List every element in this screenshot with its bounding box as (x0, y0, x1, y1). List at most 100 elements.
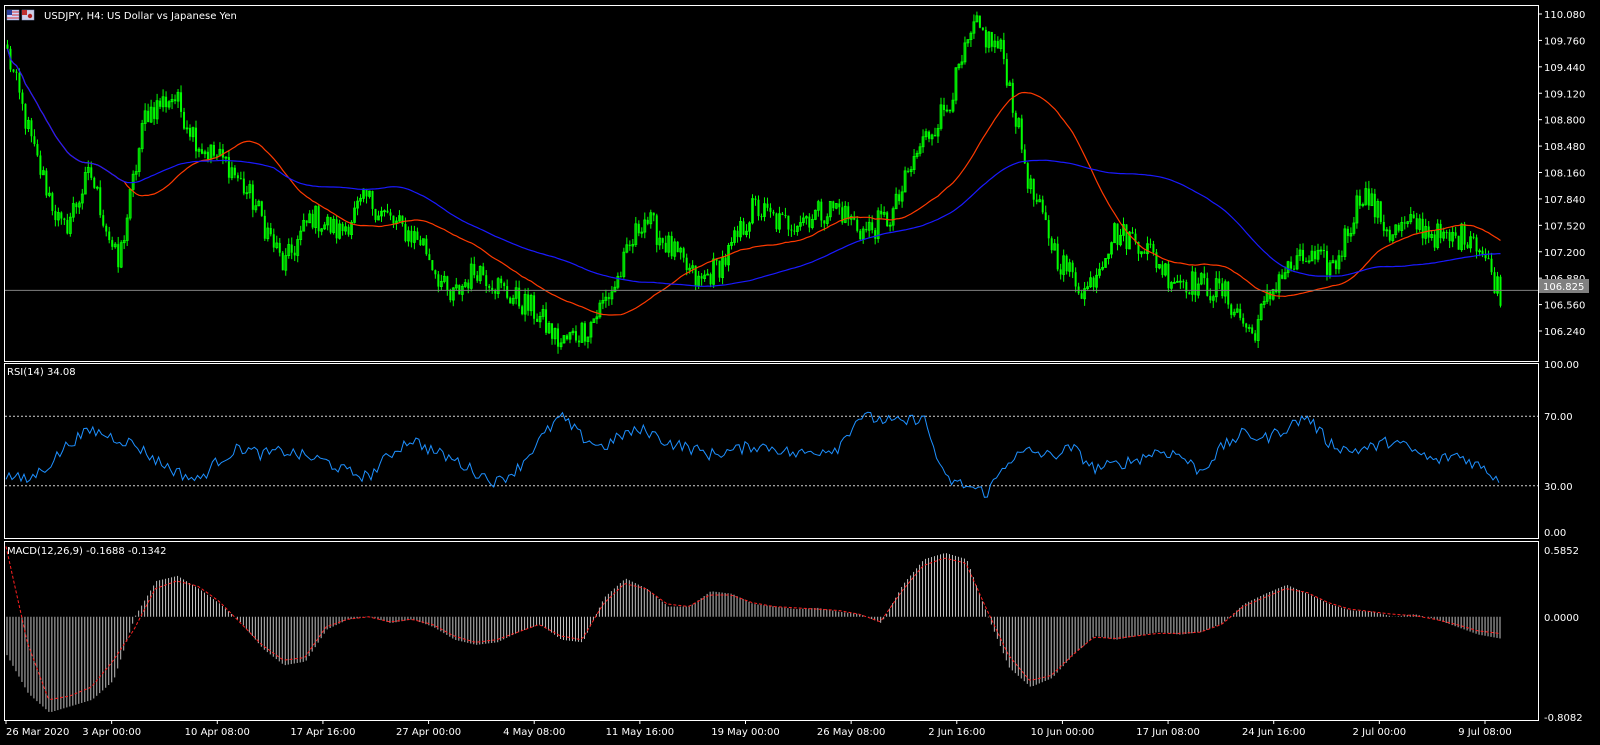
candle-body (527, 294, 530, 311)
candle-body (1290, 261, 1293, 269)
candle-body (1358, 195, 1361, 206)
macd-tick-label: 0.0000 (1544, 613, 1579, 624)
candle-body (1281, 274, 1284, 279)
time-tick-label: 10 Jun 00:00 (1031, 727, 1095, 738)
candle (260, 200, 263, 217)
candle-body (410, 230, 413, 243)
candle-body (482, 266, 485, 276)
candle-body (1448, 232, 1451, 242)
candle-body (473, 264, 476, 276)
candle (521, 304, 524, 316)
candle-body (1221, 283, 1224, 297)
candle-body (18, 72, 21, 93)
candle (329, 216, 332, 235)
rsi-label: RSI(14) 34.08 (7, 367, 76, 378)
candle-body (772, 211, 775, 214)
candle-body (1041, 199, 1044, 213)
candle-body (1367, 188, 1370, 206)
candle-body (607, 297, 610, 299)
candle-body (476, 275, 479, 281)
candle-body (781, 213, 784, 216)
candle-body (174, 99, 177, 102)
candle-body (1059, 269, 1062, 275)
candle-body (1397, 224, 1400, 231)
candle-body (386, 210, 389, 213)
candle-body (784, 215, 787, 217)
candle (903, 166, 907, 193)
candle-body (646, 219, 649, 224)
rsi-tick-label: 0.00 (1544, 528, 1566, 539)
candle (1017, 117, 1021, 129)
price-tick-label: 108.480 (1544, 142, 1585, 153)
candle (140, 119, 144, 153)
candle-body (1002, 40, 1005, 59)
candle-body (577, 340, 580, 343)
candle-body (251, 184, 254, 210)
candle (1343, 224, 1347, 261)
candle-body (437, 274, 440, 287)
candle-body (431, 260, 434, 271)
candle-body (233, 167, 236, 176)
candle-body (75, 203, 78, 208)
candle-body (942, 104, 945, 111)
candle-body (928, 131, 931, 139)
candle-body (1254, 333, 1257, 341)
candle-body (760, 216, 763, 218)
candle-body (305, 220, 308, 223)
candle-body (1020, 118, 1023, 150)
candle (622, 247, 626, 279)
candle-body (820, 201, 823, 221)
chart-window[interactable]: 110.080 109.760 109.440 109.120 108.800 108.4… (0, 0, 1600, 742)
candle-body (66, 219, 69, 234)
time-tick-label: 2 Jul 00:00 (1353, 727, 1407, 738)
candle-body (1035, 199, 1038, 202)
candle-body (1388, 229, 1391, 241)
candle-body (419, 239, 422, 246)
candle-body (105, 225, 108, 232)
candle (751, 194, 754, 225)
candle-body (147, 110, 150, 123)
candle-body (790, 229, 793, 231)
candle-body (242, 178, 245, 194)
candle (1104, 258, 1107, 268)
candle-body (1412, 214, 1415, 219)
candle-body (1472, 236, 1475, 238)
candle-body (45, 170, 48, 196)
candle-body (111, 240, 114, 247)
candle-body (1047, 220, 1050, 239)
candle-body (1167, 263, 1170, 289)
macd-tick-label: 0.5852 (1544, 546, 1579, 557)
candle-body (1490, 258, 1493, 273)
price-tick-label: 109.440 (1544, 63, 1585, 74)
candle-body (401, 215, 404, 225)
candle (458, 284, 461, 295)
candle-body (200, 149, 203, 154)
candle-body (1346, 228, 1349, 237)
candle-body (99, 187, 102, 216)
candle (1259, 303, 1263, 321)
candle (45, 168, 48, 198)
time-tick-label: 19 May 00:00 (711, 727, 780, 738)
candle (119, 240, 123, 269)
candle-body (263, 215, 266, 239)
candle (1460, 222, 1464, 252)
candle-body (1382, 221, 1385, 231)
candle-body (754, 198, 757, 200)
chart-canvas[interactable]: 110.080 109.760 109.440 109.120 108.800 108.4… (0, 0, 1600, 742)
candle-body (506, 286, 509, 298)
candle-body (724, 257, 727, 265)
price-tick-label: 109.120 (1544, 89, 1585, 100)
candle-body (1230, 304, 1233, 315)
candle-body (1194, 271, 1197, 296)
candle-body (1131, 232, 1134, 234)
japan-flag-icon (21, 9, 35, 21)
candle-body (533, 295, 536, 319)
candle (421, 238, 425, 246)
candle-body (996, 41, 999, 49)
candle-body (978, 15, 981, 28)
candle-body (1415, 218, 1418, 230)
candle-body (1203, 273, 1206, 279)
candle-body (1340, 255, 1343, 257)
candle-body (272, 234, 275, 248)
candle-body (194, 127, 197, 152)
